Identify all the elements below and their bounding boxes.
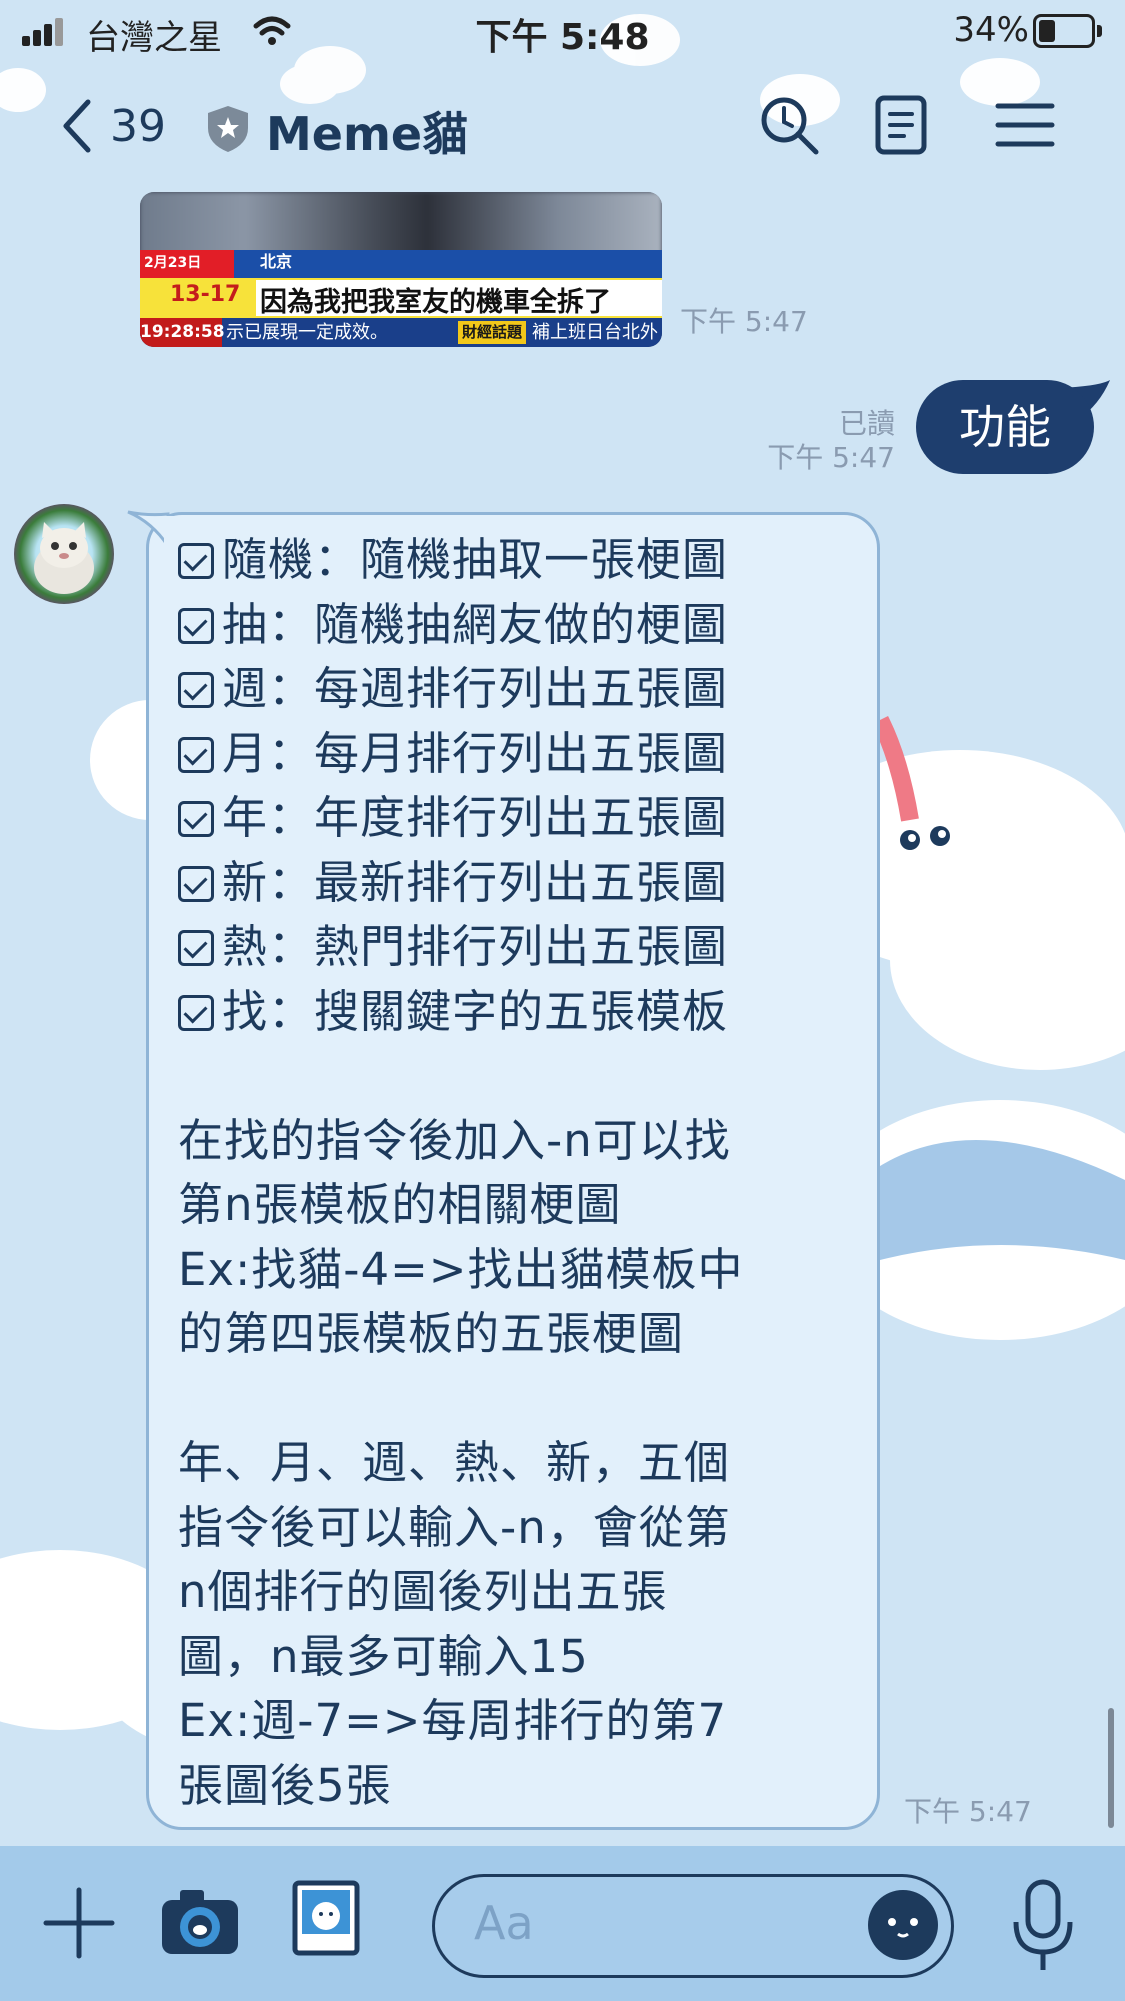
message-input-bar: Aa bbox=[0, 1846, 1125, 2001]
checkbox-icon bbox=[178, 865, 214, 902]
news-ticker-tail: 補上班日台北外 bbox=[532, 322, 658, 343]
checkbox-icon bbox=[178, 736, 214, 773]
message-line: 週：每週排行列出五張圖 bbox=[178, 657, 868, 722]
message-line: 隨機：隨機抽取一張梗圖 bbox=[178, 528, 868, 593]
checkbox-icon bbox=[178, 801, 214, 837]
message-line-text: 月：每月排行列出五張圖 bbox=[222, 726, 729, 780]
message-line: Ex:找貓-4=>找出貓模板中 bbox=[178, 1238, 868, 1303]
message-line bbox=[178, 1044, 868, 1109]
chat-header: 39 Meme貓 bbox=[0, 62, 1125, 192]
message-line-text: 隨機：隨機抽取一張梗圖 bbox=[222, 533, 729, 586]
message-line-text: 圖，n最多可輸入15 bbox=[178, 1629, 589, 1683]
battery-icon bbox=[1033, 14, 1102, 48]
message-line: 的第四張模板的五張梗圖 bbox=[178, 1302, 868, 1367]
message-text: 隨機：隨機抽取一張梗圖 抽：隨機抽網友做的梗圖 週：每週排行列出五張圖 月：每月排行列… bbox=[178, 528, 868, 1818]
message-line: 年：年度排行列出五張圖 bbox=[178, 786, 868, 851]
bubble-tail bbox=[127, 510, 174, 550]
news-date: 2月23日 bbox=[144, 255, 202, 271]
checkbox-icon bbox=[178, 994, 214, 1031]
message-timestamp: 下午 5:47 bbox=[767, 441, 895, 474]
scrollbar[interactable] bbox=[1108, 1708, 1114, 1828]
message-line: 年、月、週、熱、新，五個 bbox=[178, 1431, 868, 1496]
news-location: 北京 bbox=[260, 252, 293, 271]
camera-icon[interactable] bbox=[160, 1884, 240, 1958]
status-bar: 台灣之星 下午 5:48 34% bbox=[0, 0, 1125, 62]
microphone-icon[interactable] bbox=[1008, 1878, 1078, 1974]
chevron-left-icon bbox=[63, 99, 91, 153]
message-line-text: 年：年度排行列出五張圖 bbox=[222, 791, 729, 844]
message-line-text: Ex:週-7=>每周排行的第7 bbox=[178, 1694, 728, 1747]
message-timestamp: 下午 5:47 bbox=[680, 305, 808, 338]
message-line: Ex:週-7=>每周排行的第7 bbox=[178, 1689, 868, 1754]
hamburger-menu-icon[interactable] bbox=[992, 92, 1058, 158]
chat-title[interactable]: Meme貓 bbox=[266, 98, 468, 164]
photo-sticker-icon[interactable] bbox=[292, 1880, 360, 1956]
checkbox-icon bbox=[178, 607, 214, 644]
message-line-text: 抽：隨機抽網友做的梗圖 bbox=[222, 597, 729, 651]
message-timestamp: 下午 5:47 bbox=[904, 1795, 1032, 1828]
message-line: 月：每月排行列出五張圖 bbox=[178, 722, 868, 787]
message-line-text: 的第四張模板的五張梗圖 bbox=[178, 1307, 685, 1360]
image-message[interactable]: 2月23日 北京 13-17 因為我把我室友的機車全拆了 19:28:58 示已… bbox=[140, 192, 662, 347]
notes-icon[interactable] bbox=[868, 92, 934, 158]
message-line-text: 年、月、週、熱、新，五個 bbox=[178, 1436, 731, 1489]
message-input-placeholder: Aa bbox=[474, 1896, 534, 1950]
message-line: n個排行的圖後列出五張 bbox=[178, 1560, 868, 1625]
message-line-text: 找：搜關鍵字的五張模板 bbox=[222, 984, 729, 1038]
message-line-text: 第n張模板的相關梗圖 bbox=[178, 1178, 622, 1231]
news-ticker-time: 19:28:58 bbox=[140, 318, 225, 347]
message-line: 找：搜關鍵字的五張模板 bbox=[178, 980, 868, 1045]
checkbox-icon bbox=[178, 930, 214, 966]
message-line bbox=[178, 1367, 868, 1432]
outgoing-message-bubble[interactable]: 功能 bbox=[916, 380, 1094, 474]
checkbox-icon bbox=[178, 672, 214, 708]
message-line: 抽：隨機抽網友做的梗圖 bbox=[178, 593, 868, 658]
news-ticker-tag: 財經話題 bbox=[458, 321, 527, 344]
avatar[interactable] bbox=[14, 504, 114, 604]
message-line: 熱：熱門排行列出五張圖 bbox=[178, 915, 868, 980]
checkbox-icon bbox=[178, 543, 214, 579]
message-line-text: 指令後可以輸入-n，會從第 bbox=[178, 1500, 731, 1554]
plus-icon[interactable] bbox=[42, 1886, 116, 1960]
cat-avatar-icon bbox=[34, 522, 94, 594]
message-line: 在找的指令後加入-n可以找 bbox=[178, 1109, 868, 1174]
battery-percent: 34% bbox=[953, 10, 1029, 50]
message-line-text: 熱：熱門排行列出五張圖 bbox=[222, 920, 729, 973]
message-line: 指令後可以輸入-n，會從第 bbox=[178, 1496, 868, 1561]
message-line-text: Ex:找貓-4=>找出貓模板中 bbox=[178, 1242, 744, 1296]
message-line-text: 週：每週排行列出五張圖 bbox=[222, 662, 729, 715]
message-line-text: n個排行的圖後列出五張 bbox=[178, 1565, 668, 1618]
message-line: 張圖後5張 bbox=[178, 1754, 868, 1819]
message-line-text: 在找的指令後加入-n可以找 bbox=[178, 1113, 731, 1167]
search-icon[interactable] bbox=[756, 92, 822, 158]
emoji-icon[interactable] bbox=[868, 1890, 938, 1960]
message-line: 新：最新排行列出五張圖 bbox=[178, 851, 868, 916]
news-temperature: 13-17 bbox=[170, 282, 241, 307]
shield-star-icon bbox=[208, 106, 248, 152]
message-line: 第n張模板的相關梗圖 bbox=[178, 1173, 868, 1238]
news-ticker-text: 示已展現一定成效。 bbox=[226, 322, 388, 343]
message-line: 圖，n最多可輸入15 bbox=[178, 1625, 868, 1690]
message-line-text: 張圖後5張 bbox=[178, 1758, 392, 1812]
news-headline: 因為我把我室友的機車全拆了 bbox=[260, 287, 611, 318]
unread-count: 39 bbox=[110, 100, 166, 152]
message-line-text: 新：最新排行列出五張圖 bbox=[222, 855, 729, 909]
back-button[interactable]: 39 bbox=[60, 94, 166, 158]
